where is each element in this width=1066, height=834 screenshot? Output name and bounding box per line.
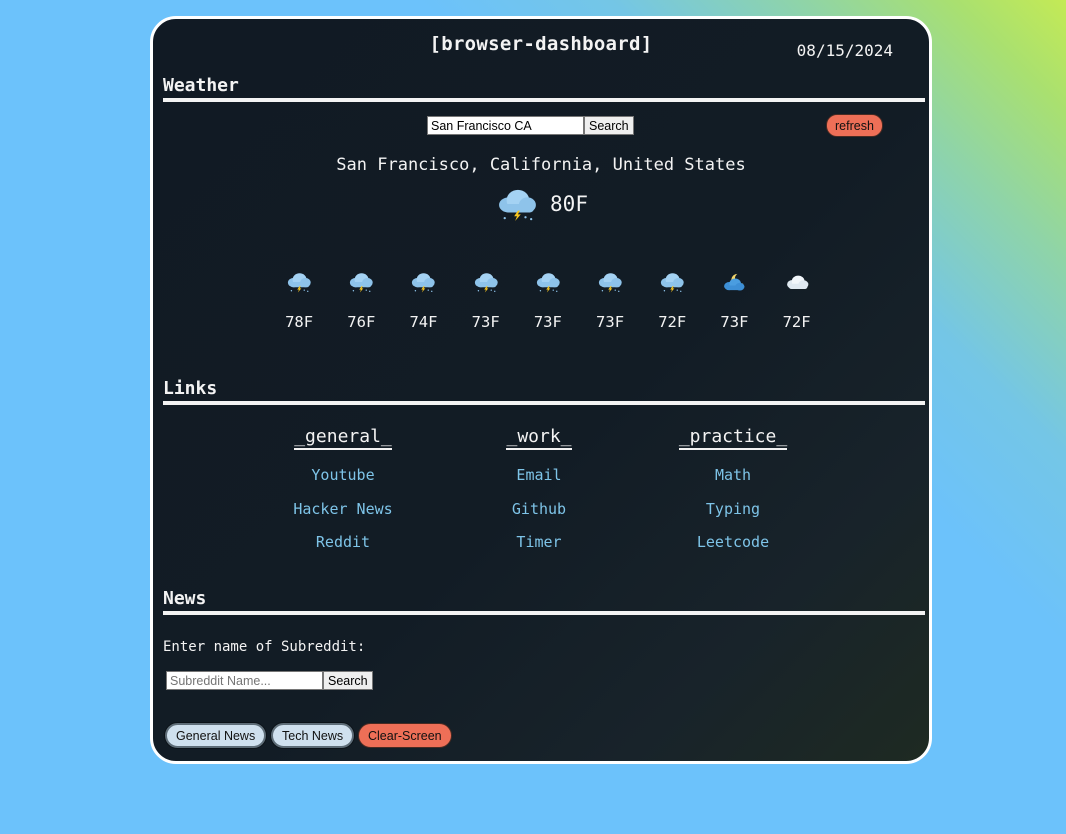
thunderstorm-icon — [494, 187, 540, 221]
weather-search-form: Search — [427, 116, 634, 135]
forecast-item: 72F — [641, 267, 703, 331]
link-github[interactable]: Github — [484, 501, 594, 517]
thunderstorm-icon — [347, 271, 375, 293]
thunderstorm-icon — [285, 271, 313, 293]
link-column-work: _work_ Email Github Timer — [484, 426, 594, 550]
link-hacker-news[interactable]: Hacker News — [288, 501, 398, 517]
moon-cloud-icon — [720, 271, 748, 293]
forecast-temp: 78F — [285, 313, 314, 331]
clear-screen-button[interactable]: Clear-Screen — [358, 723, 452, 748]
forecast-item: 76F — [330, 267, 392, 331]
link-youtube[interactable]: Youtube — [288, 467, 398, 483]
forecast-temp: 73F — [720, 313, 749, 331]
subreddit-input[interactable] — [166, 671, 323, 690]
news-heading: News — [163, 588, 925, 615]
forecast-item: 73F — [703, 267, 765, 331]
thunderstorm-icon — [472, 271, 500, 293]
thunderstorm-icon — [658, 271, 686, 293]
forecast-item: 73F — [455, 267, 517, 331]
thunderstorm-icon — [596, 271, 624, 293]
forecast-item: 78F — [268, 267, 330, 331]
link-column-general: _general_ Youtube Hacker News Reddit — [288, 426, 398, 550]
weather-search-button[interactable]: Search — [584, 116, 634, 135]
tech-news-button[interactable]: Tech News — [271, 723, 355, 748]
link-column-title: _work_ — [506, 426, 572, 450]
forecast-item: 74F — [392, 267, 454, 331]
forecast-item: 72F — [766, 267, 828, 331]
thunderstorm-icon — [409, 271, 437, 293]
weather-location: San Francisco, California, United States — [336, 155, 746, 175]
link-math[interactable]: Math — [673, 467, 793, 483]
forecast-temp: 72F — [658, 313, 687, 331]
links-heading: Links — [163, 378, 925, 405]
forecast-temp: 74F — [409, 313, 438, 331]
link-column-title: _general_ — [294, 426, 392, 450]
forecast-temp: 73F — [596, 313, 625, 331]
link-typing[interactable]: Typing — [673, 501, 793, 517]
current-date: 08/15/2024 — [796, 41, 893, 60]
link-leetcode[interactable]: Leetcode — [673, 534, 793, 550]
forecast-item: 73F — [517, 267, 579, 331]
dashboard-panel: [browser-dashboard] 08/15/2024 Weather S… — [150, 16, 932, 764]
forecast-temp: 76F — [347, 313, 376, 331]
subreddit-search-form: Search — [166, 671, 373, 690]
link-timer[interactable]: Timer — [484, 534, 594, 550]
link-email[interactable]: Email — [484, 467, 594, 483]
hourly-forecast: 78F 76F 74F 73F 73F 73F 72F 73F 72F — [268, 267, 828, 331]
subreddit-search-button[interactable]: Search — [323, 671, 373, 690]
current-temp: 80F — [550, 192, 588, 216]
thunderstorm-icon — [534, 271, 562, 293]
general-news-button[interactable]: General News — [165, 723, 267, 748]
link-column-title: _practice_ — [678, 426, 788, 450]
refresh-button[interactable]: refresh — [826, 114, 883, 137]
forecast-item: 73F — [579, 267, 641, 331]
cloud-icon — [783, 271, 811, 293]
weather-heading: Weather — [163, 75, 925, 102]
current-weather: 80F — [153, 187, 929, 221]
city-search-input[interactable] — [427, 116, 584, 135]
link-reddit[interactable]: Reddit — [288, 534, 398, 550]
forecast-temp: 73F — [533, 313, 562, 331]
subreddit-prompt: Enter name of Subreddit: — [163, 639, 366, 655]
link-column-practice: _practice_ Math Typing Leetcode — [673, 426, 793, 550]
forecast-temp: 73F — [471, 313, 500, 331]
forecast-temp: 72F — [782, 313, 811, 331]
